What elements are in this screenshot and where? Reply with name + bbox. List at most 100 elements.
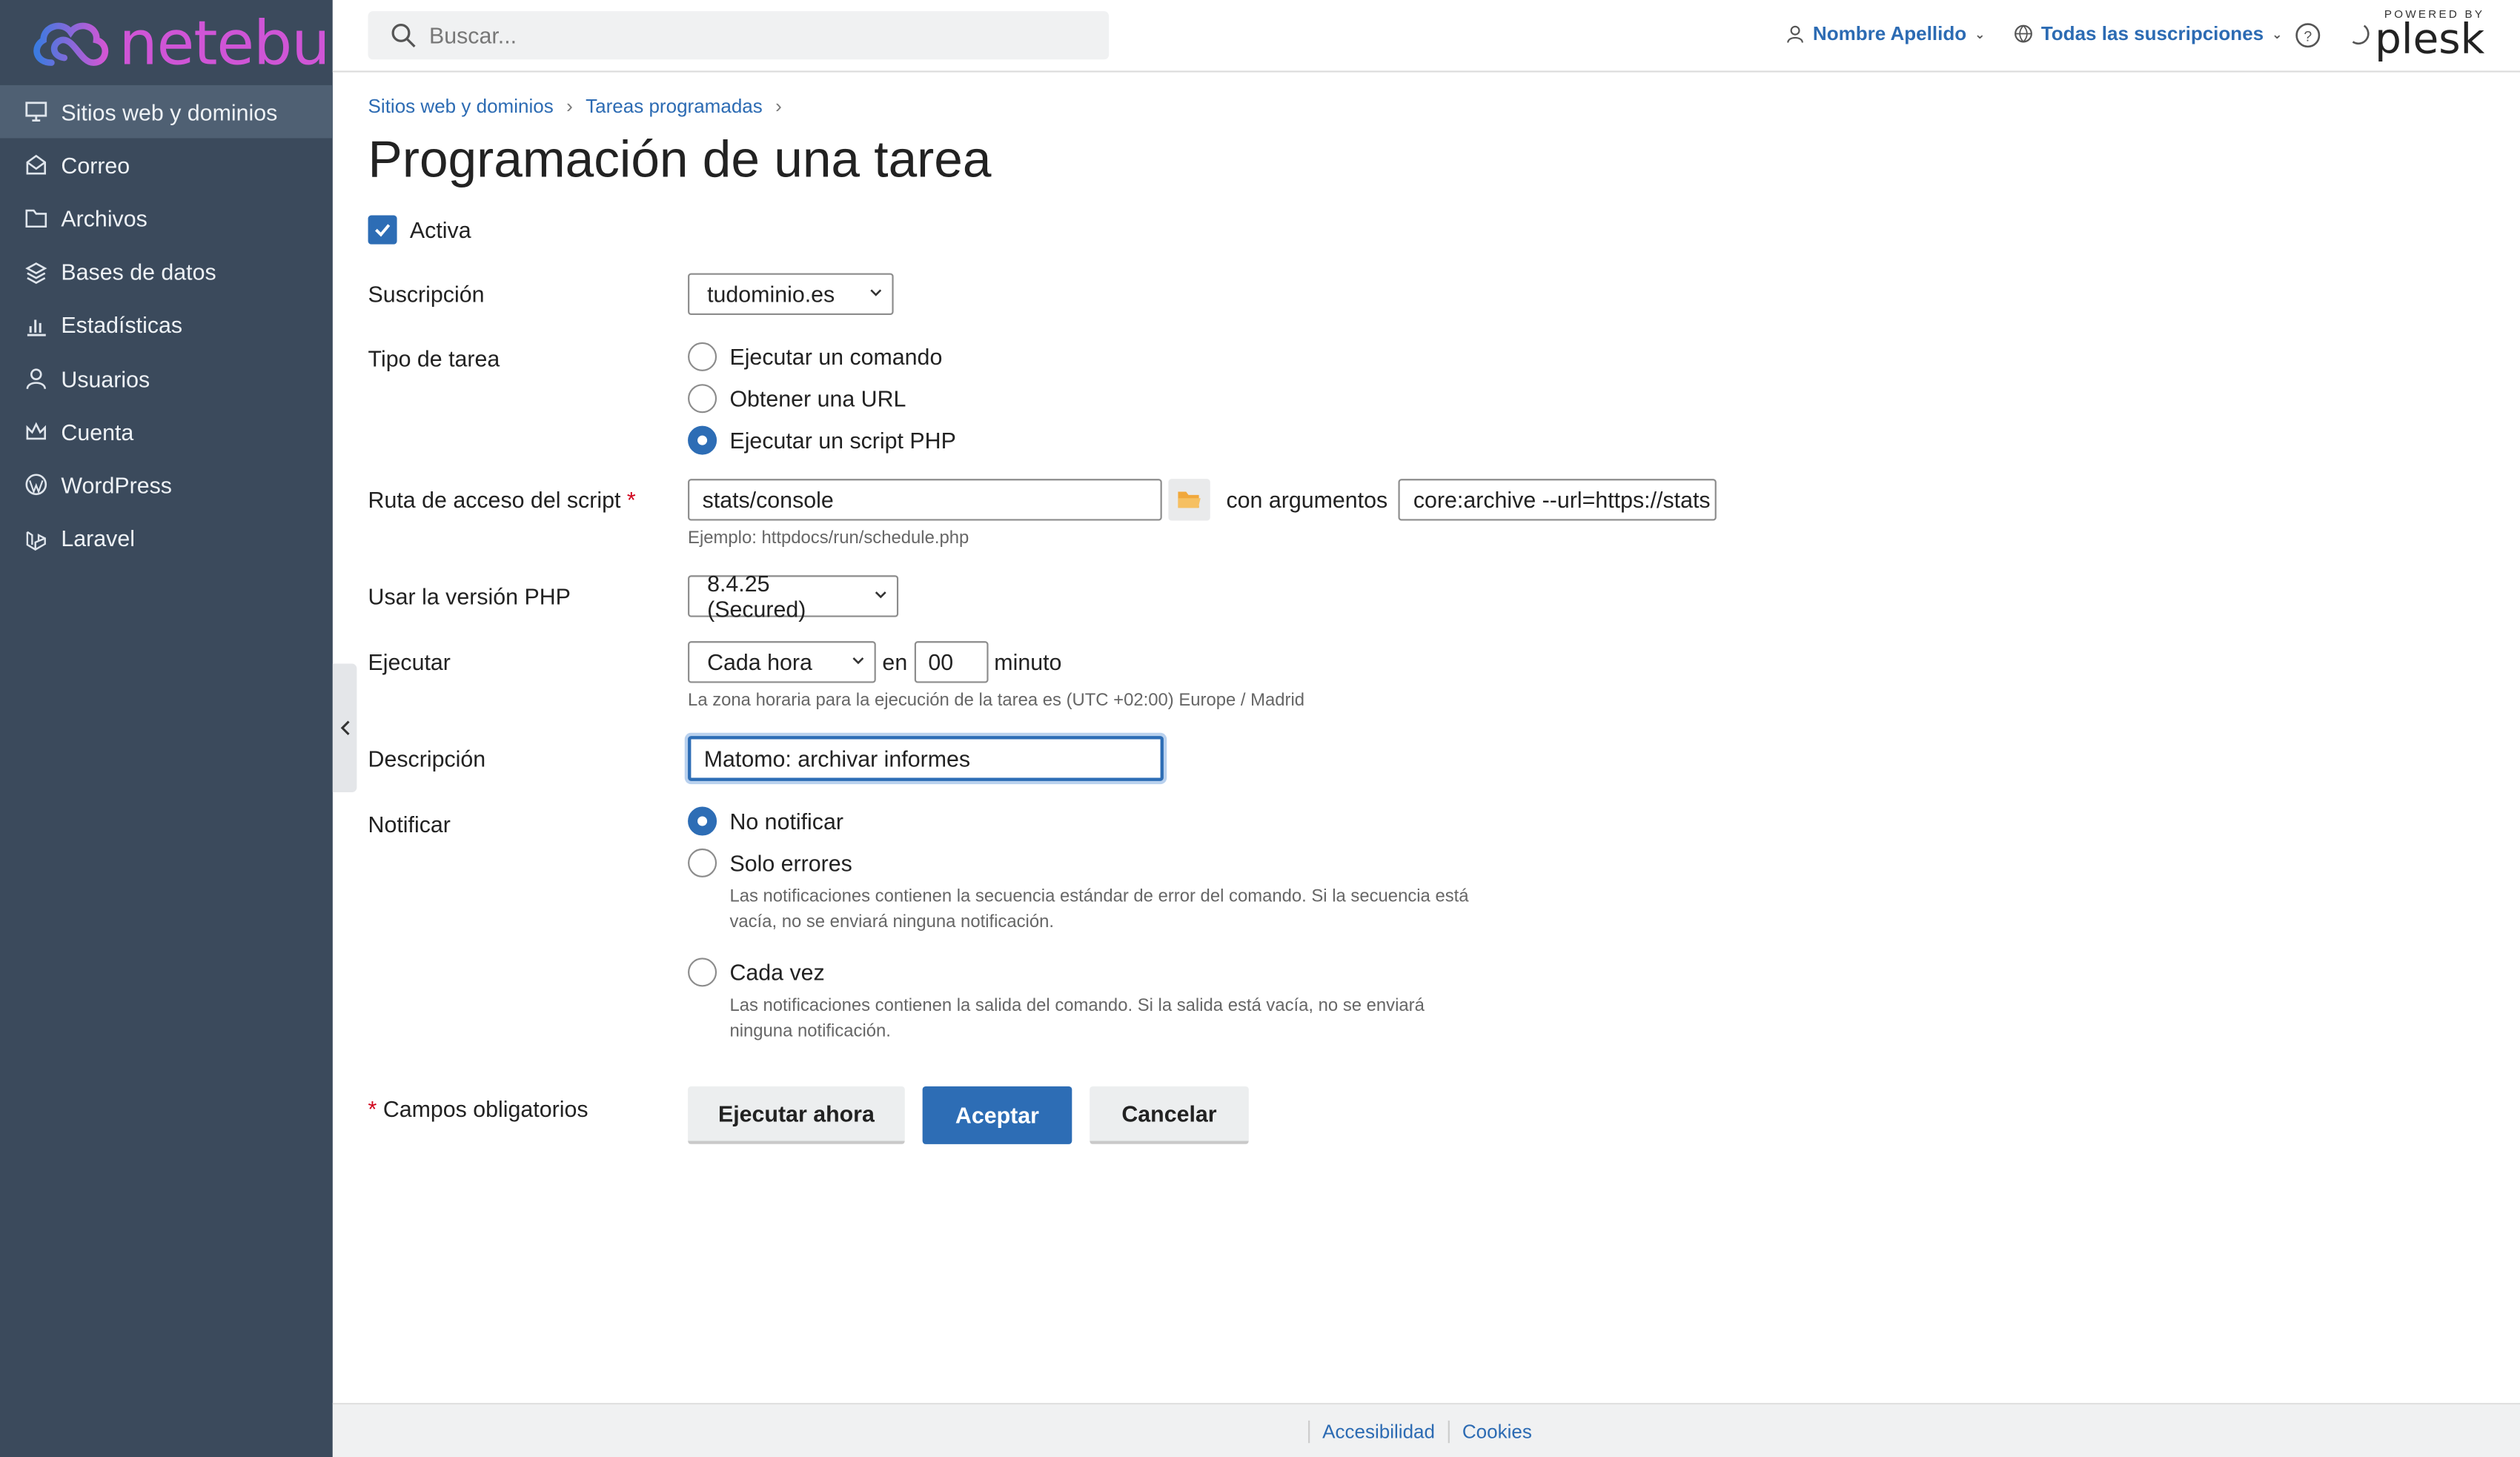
breadcrumb-item-sites[interactable]: Sitios web y dominios <box>368 95 554 117</box>
run-frequency-select[interactable]: Cada hora <box>688 641 876 683</box>
arguments-label: con argumentos <box>1226 487 1388 513</box>
subscription-select[interactable]: tudominio.es <box>688 273 894 316</box>
help-icon[interactable]: ? <box>2293 21 2322 50</box>
sidebar-item-label: Estadísticas <box>61 312 183 339</box>
active-checkbox[interactable] <box>368 215 397 245</box>
notify-label: Notificar <box>368 812 451 837</box>
search-icon <box>391 23 416 48</box>
checkmark-icon <box>375 224 391 237</box>
required-asterisk: * <box>626 487 636 513</box>
run-frequency-value: Cada hora <box>707 649 812 675</box>
radio-notify-always[interactable] <box>688 957 717 987</box>
sidebar-item-label: WordPress <box>61 472 172 498</box>
logo-text: netebu <box>119 7 330 79</box>
notify-group: No notificar Solo errores Las notificaci… <box>688 800 1485 1045</box>
breadcrumb-item-scheduled-tasks[interactable]: Tareas programadas <box>586 95 763 117</box>
arguments-input[interactable]: core:archive --url=https://stats <box>1399 479 1717 521</box>
chevron-down-icon <box>875 591 886 599</box>
notify-always-hint: Las notificaciones contienen la salida d… <box>729 996 1425 1042</box>
folder-icon <box>25 210 47 229</box>
script-path-label: Ruta de acceso del script * <box>368 487 636 513</box>
user-menu[interactable]: Nombre Apellido ⌄ <box>1785 22 1986 45</box>
radio-url[interactable] <box>688 384 717 414</box>
subscription-value: tudominio.es <box>707 281 835 308</box>
required-fields-text: Campos obligatorios <box>382 1095 588 1122</box>
sidebar-item-usuarios[interactable]: Usuarios <box>0 352 333 405</box>
user-icon <box>26 368 47 390</box>
radio-notify-none[interactable] <box>688 806 717 836</box>
user-name: Nombre Apellido <box>1812 22 1967 45</box>
search-input[interactable]: Buscar... <box>368 11 1110 60</box>
monitor-icon <box>25 102 47 122</box>
notify-errors-hint: Las notificaciones contienen la secuenci… <box>729 886 1469 932</box>
chevron-down-icon: ⌄ <box>1974 26 1986 42</box>
sidebar-item-bases-de-datos[interactable]: Bases de datos <box>0 245 333 299</box>
task-type-option-url[interactable]: Obtener una URL <box>688 378 956 419</box>
radio-notify-errors[interactable] <box>688 848 717 877</box>
sidebar: netebu Sitios web y dominios Correo Archiv… <box>0 0 333 1457</box>
user-icon <box>1787 25 1803 43</box>
notify-option-errors[interactable]: Solo errores <box>688 842 1485 883</box>
notify-option-label: Solo errores <box>729 850 852 876</box>
chevron-right-icon: › <box>775 94 782 118</box>
sidebar-collapse-button[interactable] <box>332 663 357 793</box>
php-version-select[interactable]: 8.4.25 (Secured) <box>688 571 899 622</box>
chevron-down-icon <box>852 657 864 665</box>
active-label: Activa <box>409 216 471 243</box>
folder-open-icon <box>1178 491 1201 508</box>
php-version-label: Usar la versión PHP <box>368 583 571 609</box>
footer-link-accessibility[interactable]: Accesibilidad <box>1307 1419 1448 1443</box>
crown-icon <box>26 422 47 440</box>
sidebar-item-cuenta[interactable]: Cuenta <box>0 405 333 459</box>
required-asterisk: * <box>368 1095 377 1122</box>
sidebar-item-sitios-web-y-dominios[interactable]: Sitios web y dominios <box>0 84 333 139</box>
moon-icon[interactable] <box>2347 21 2375 50</box>
notify-option-always[interactable]: Cada vez <box>688 952 1485 993</box>
globe-icon <box>2015 24 2032 43</box>
database-icon <box>25 262 47 284</box>
sidebar-item-label: Bases de datos <box>61 259 216 285</box>
minute-input[interactable]: 00 <box>913 641 988 683</box>
timezone-hint: La zona horaria para la ejecución de la … <box>688 691 1305 711</box>
subscriptions-menu[interactable]: Todas las suscripciones ⌄ <box>2014 22 2283 45</box>
sidebar-item-label: Usuarios <box>61 365 150 392</box>
accept-button[interactable]: Aceptar <box>922 1086 1072 1144</box>
subscriptions-label: Todas las suscripciones <box>2040 22 2264 45</box>
sidebar-item-label: Correo <box>61 152 130 179</box>
sidebar-item-correo[interactable]: Correo <box>0 139 333 192</box>
task-type-option-command[interactable]: Ejecutar un comando <box>688 336 956 377</box>
run-now-button[interactable]: Ejecutar ahora <box>688 1086 905 1144</box>
sidebar-item-label: Sitios web y dominios <box>61 99 278 125</box>
description-input[interactable]: Matomo: archivar informes <box>688 736 1164 781</box>
sidebar-item-estadisticas[interactable]: Estadísticas <box>0 299 333 352</box>
sidebar-item-label: Cuenta <box>61 419 134 445</box>
cancel-button[interactable]: Cancelar <box>1090 1086 1249 1144</box>
sidebar-item-label: Laravel <box>61 525 135 551</box>
task-type-option-php[interactable]: Ejecutar un script PHP <box>688 419 956 461</box>
task-type-label: Tipo de tarea <box>368 345 500 371</box>
chevron-right-icon: › <box>566 94 573 118</box>
task-type-option-label: Ejecutar un comando <box>729 344 943 370</box>
script-path-hint: Ejemplo: httpdocs/run/schedule.php <box>688 528 969 548</box>
run-label: Ejecutar <box>368 649 451 675</box>
radio-php[interactable] <box>688 425 717 455</box>
footer-link-cookies[interactable]: Cookies <box>1448 1419 1545 1443</box>
script-path-label-text: Ruta de acceso del script <box>368 487 621 513</box>
notify-option-label: No notificar <box>729 808 843 834</box>
topbar: Buscar... Nombre Apellido ⌄ Todas las sus… <box>332 0 2520 73</box>
notify-option-label: Cada vez <box>729 959 825 986</box>
sidebar-item-wordpress[interactable]: WordPress <box>0 459 333 512</box>
sidebar-item-archivos[interactable]: Archivos <box>0 192 333 245</box>
active-checkbox-row: Activa <box>368 215 471 245</box>
script-path-input[interactable]: stats/console <box>688 479 1162 521</box>
page-title: Programación de una tarea <box>368 130 992 188</box>
svg-text:?: ? <box>2304 28 2312 44</box>
notify-option-none[interactable]: No notificar <box>688 800 1485 842</box>
brand-logo[interactable]: netebu <box>0 0 333 85</box>
bar-chart-icon <box>27 319 46 336</box>
browse-button[interactable] <box>1168 479 1210 521</box>
minute-label: minuto <box>994 649 1062 675</box>
sidebar-item-laravel[interactable]: Laravel <box>0 512 333 565</box>
plesk-logo: POWERED BY plesk <box>2375 10 2484 61</box>
radio-command[interactable] <box>688 342 717 371</box>
